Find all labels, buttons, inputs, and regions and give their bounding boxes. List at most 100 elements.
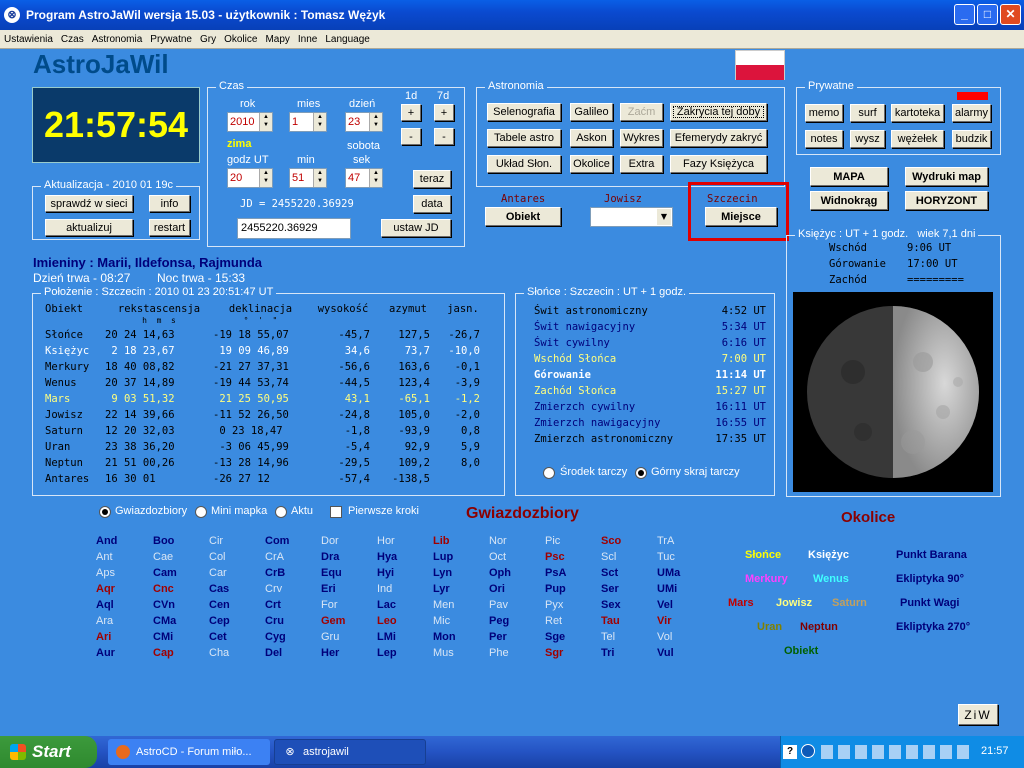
spin-arrows-icon[interactable]: ▲ ▼	[313, 113, 326, 131]
taskbar-item-astrocd[interactable]: AstroCD - Forum miło...	[108, 739, 270, 765]
constellation-link[interactable]: Lib	[433, 535, 450, 547]
constellation-link[interactable]: Del	[265, 647, 282, 659]
constellation-link[interactable]: CMi	[153, 631, 173, 643]
chevron-left-icon[interactable]	[801, 744, 815, 758]
ziw-button[interactable]: ZiW	[958, 704, 998, 725]
constellation-link[interactable]: And	[96, 535, 117, 547]
constellation-link[interactable]: Gem	[321, 615, 345, 627]
constellation-link[interactable]: Phe	[489, 647, 509, 659]
constellation-link[interactable]: Pic	[545, 535, 560, 547]
askon-button[interactable]: Askon	[570, 129, 613, 147]
menu-czas[interactable]: Czas	[57, 34, 88, 45]
constellation-link[interactable]: Ret	[545, 615, 562, 627]
okolice-item[interactable]: Wenus	[813, 573, 849, 585]
minute-spinner[interactable]: 51 ▲ ▼	[289, 168, 327, 188]
constellation-link[interactable]: Vir	[657, 615, 671, 627]
constellation-link[interactable]: Psc	[545, 551, 565, 563]
constellation-link[interactable]: Dra	[321, 551, 339, 563]
constellation-link[interactable]: Cha	[209, 647, 229, 659]
tray-icons[interactable]	[821, 745, 971, 759]
menu-prywatne[interactable]: Prywatne	[146, 34, 196, 45]
radio-top-edge[interactable]	[635, 467, 647, 479]
jd-input[interactable]: 2455220.36929	[237, 218, 351, 239]
okolice-item[interactable]: Saturn	[832, 597, 867, 609]
okolice-item[interactable]: Jowisz	[776, 597, 812, 609]
day-spinner[interactable]: 23 ▲ ▼	[345, 112, 383, 132]
constellation-link[interactable]: Cep	[209, 615, 230, 627]
constellation-link[interactable]: Sge	[545, 631, 565, 643]
selenografia-button[interactable]: Selenografia	[487, 103, 561, 121]
constellation-link[interactable]: Cet	[209, 631, 227, 643]
constellation-link[interactable]: Cap	[153, 647, 174, 659]
constellation-link[interactable]: Com	[265, 535, 289, 547]
menu-astronomia[interactable]: Astronomia	[88, 34, 147, 45]
constellation-link[interactable]: Aps	[96, 567, 115, 579]
minus-7d-button[interactable]: -	[434, 128, 454, 145]
constellation-link[interactable]: Peg	[489, 615, 509, 627]
constellation-link[interactable]: Tri	[601, 647, 614, 659]
budzik-button[interactable]: budzik	[952, 130, 991, 148]
constellation-link[interactable]: LMi	[377, 631, 396, 643]
constellation-link[interactable]: UMi	[657, 583, 677, 595]
object-button[interactable]: Obiekt	[485, 207, 561, 226]
radio-center[interactable]	[543, 467, 555, 479]
constellation-link[interactable]: Pav	[489, 599, 508, 611]
constellation-link[interactable]: Lup	[433, 551, 453, 563]
occultation-ephemeris-button[interactable]: Efemerydy zakryć	[670, 129, 767, 147]
constellation-link[interactable]: Aqr	[96, 583, 115, 595]
constellation-link[interactable]: Crt	[265, 599, 281, 611]
horizon-view-button[interactable]: Widnokrąg	[810, 191, 888, 210]
menu-ustawienia[interactable]: Ustawienia	[0, 34, 57, 45]
horizon-button[interactable]: HORYZONT	[905, 191, 988, 210]
menu-okolice[interactable]: Okolice	[220, 34, 261, 45]
okolice-item[interactable]: Neptun	[800, 621, 838, 633]
help-icon[interactable]: ?	[783, 745, 797, 759]
constellation-link[interactable]: Cyg	[265, 631, 286, 643]
galileo-button[interactable]: Galileo	[570, 103, 613, 121]
okolice-item[interactable]: Punkt Wagi	[900, 597, 959, 609]
constellation-link[interactable]: UMa	[657, 567, 680, 579]
first-steps-checkbox[interactable]	[330, 506, 342, 518]
constellation-link[interactable]: For	[321, 599, 338, 611]
constellation-link[interactable]: Ind	[377, 583, 392, 595]
constellation-link[interactable]: Dor	[321, 535, 339, 547]
okolice-item[interactable]: Słońce	[745, 549, 781, 561]
astro-tables-button[interactable]: Tabele astro	[487, 129, 561, 147]
menu-inne[interactable]: Inne	[294, 34, 321, 45]
constellation-link[interactable]: Cnc	[153, 583, 174, 595]
location-button[interactable]: Miejsce	[705, 207, 777, 226]
start-button[interactable]: Start	[0, 736, 97, 768]
constellation-link[interactable]: Pup	[545, 583, 566, 595]
constellation-link[interactable]: Vol	[657, 631, 672, 643]
spin-arrows-icon[interactable]: ▲ ▼	[259, 169, 272, 187]
constellation-link[interactable]: Men	[433, 599, 454, 611]
info-button[interactable]: info	[149, 195, 190, 212]
constellation-link[interactable]: Ari	[96, 631, 111, 643]
flag-icon[interactable]	[735, 50, 785, 80]
menu-mapy[interactable]: Mapy	[261, 34, 293, 45]
update-button[interactable]: aktualizuj	[45, 219, 133, 236]
okolice-item[interactable]: Ekliptyka 270°	[896, 621, 970, 633]
okolice-item[interactable]: Księżyc	[808, 549, 849, 561]
constellation-link[interactable]: CVn	[153, 599, 175, 611]
map-button[interactable]: MAPA	[810, 167, 888, 186]
year-spinner[interactable]: 2010 ▲ ▼	[227, 112, 273, 132]
moon-phases-button[interactable]: Fazy Księżyca	[670, 155, 767, 173]
kartoteka-button[interactable]: kartoteka	[891, 104, 944, 122]
constellation-link[interactable]: Col	[209, 551, 226, 563]
planet-select[interactable]: ▼	[590, 207, 673, 227]
constellation-link[interactable]: Lep	[377, 647, 397, 659]
constellation-link[interactable]: Mon	[433, 631, 456, 643]
constellation-link[interactable]: Equ	[321, 567, 342, 579]
constellation-link[interactable]: Mus	[433, 647, 454, 659]
constellation-link[interactable]: Boo	[153, 535, 174, 547]
okolice-button[interactable]: Okolice	[570, 155, 613, 173]
constellation-link[interactable]: Gru	[321, 631, 339, 643]
spin-arrows-icon[interactable]: ▲ ▼	[369, 113, 382, 131]
constellation-link[interactable]: CMa	[153, 615, 176, 627]
constellation-link[interactable]: Aql	[96, 599, 114, 611]
eclipse-button[interactable]: Zaćm	[620, 103, 663, 121]
constellation-link[interactable]: Her	[321, 647, 339, 659]
constellation-link[interactable]: Sco	[601, 535, 621, 547]
constellation-link[interactable]: Nor	[489, 535, 507, 547]
